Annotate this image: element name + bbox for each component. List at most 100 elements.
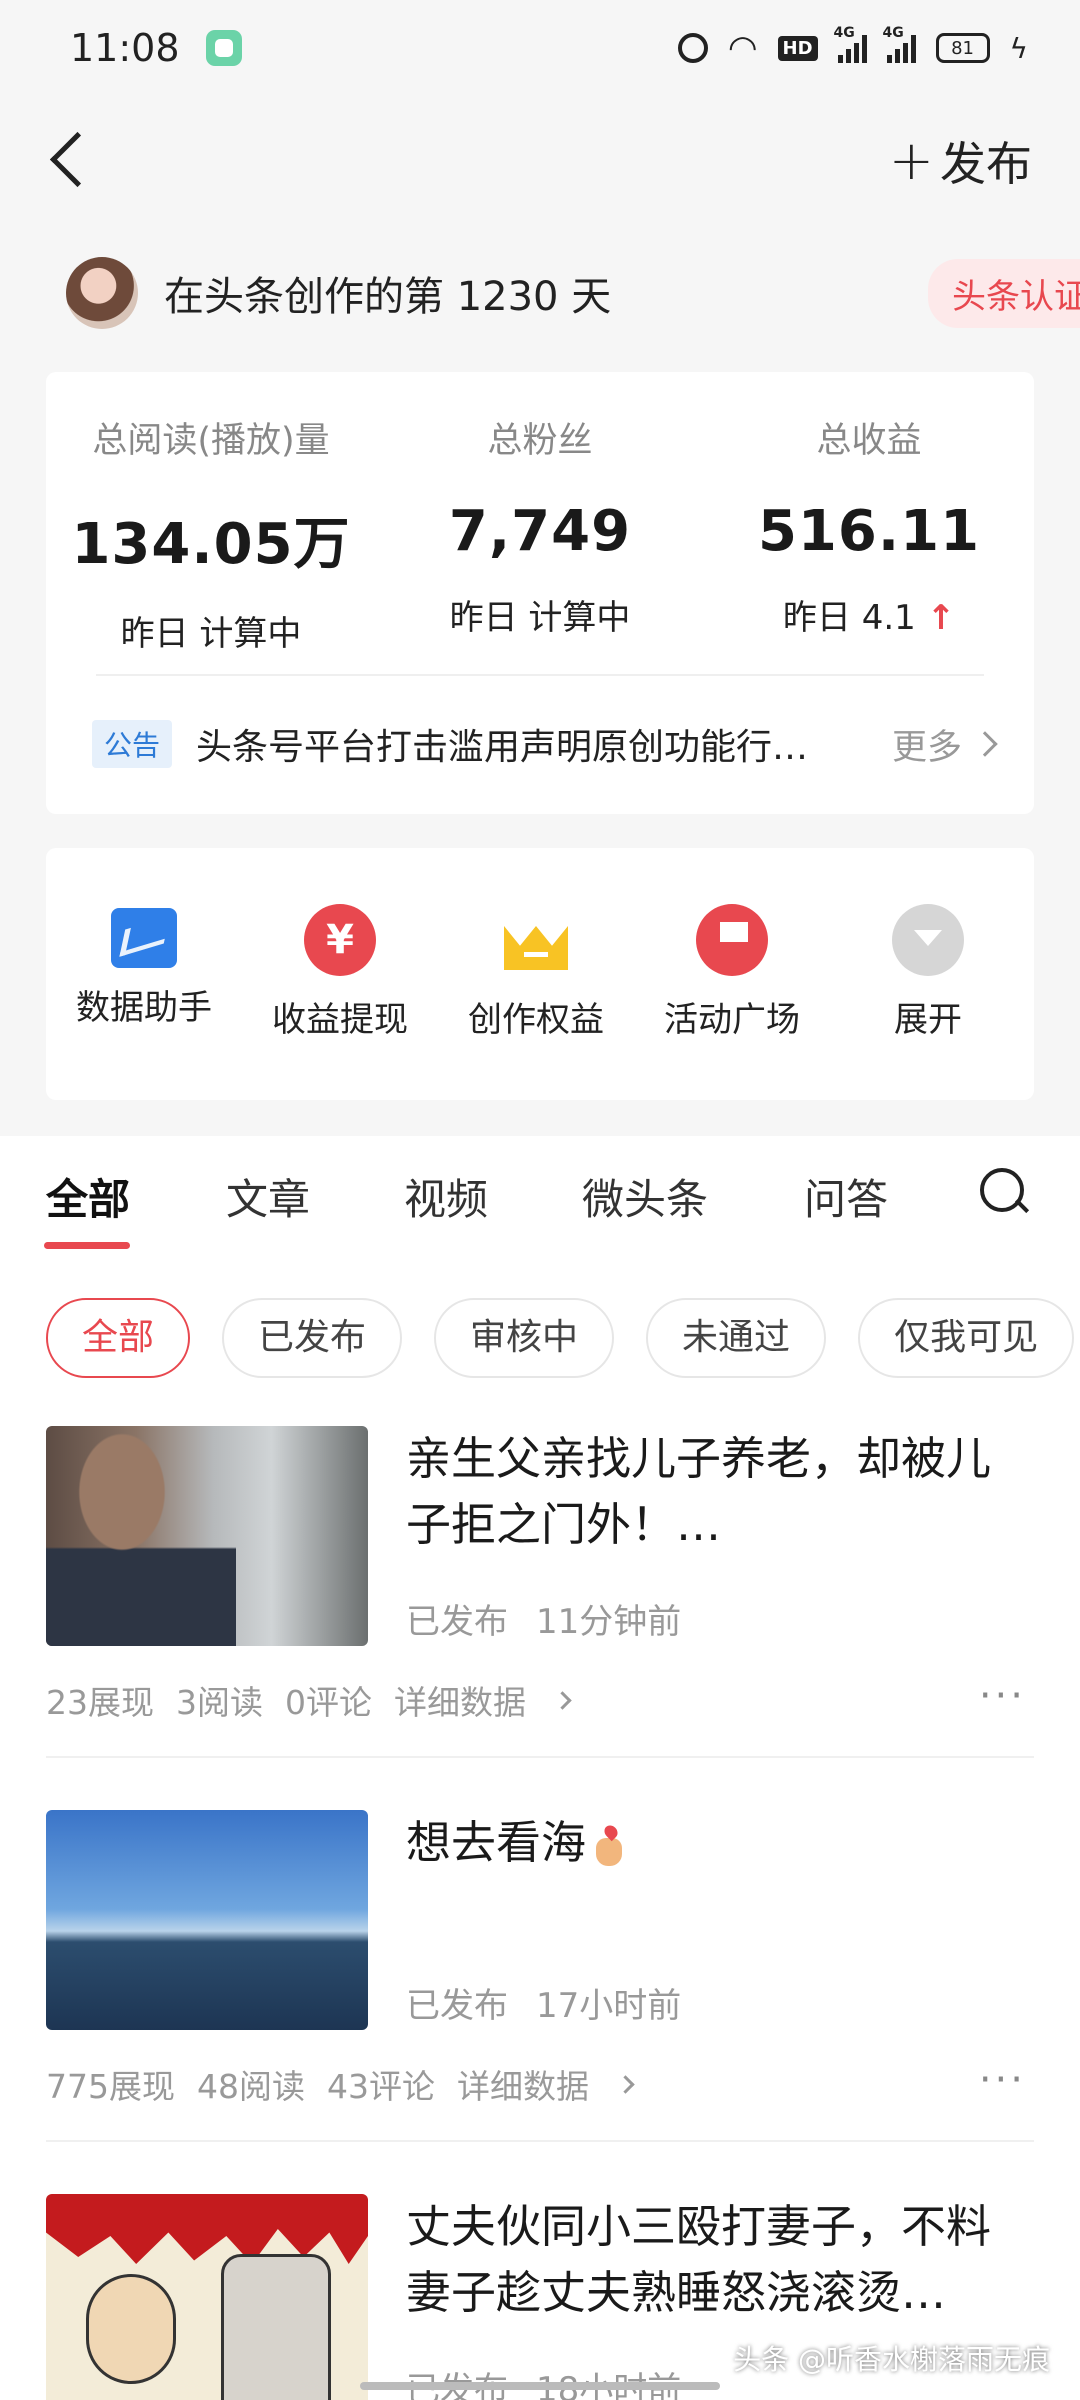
filter-all[interactable]: 全部 xyxy=(46,1298,191,1378)
yen-icon: ¥ xyxy=(304,904,376,976)
reads: 48阅读 xyxy=(197,2067,305,2106)
status-bar: 11:08 ◠ HD 4G 4G 81 ϟ xyxy=(0,0,1080,96)
alarm-icon xyxy=(677,33,708,63)
filter-reviewing[interactable]: 审核中 xyxy=(434,1298,615,1378)
tab-all[interactable]: 全部 xyxy=(46,1166,130,1227)
creation-days: 在头条创作的第 1230 天 xyxy=(164,274,612,320)
finger-heart-emoji-icon xyxy=(592,1826,626,1866)
article-time: 17小时前 xyxy=(536,1986,682,2026)
notice-row[interactable]: 公告 头条号平台打击滥用声明原创功能行… 更多 xyxy=(92,714,998,774)
article-meta: 已发布 11分钟前 xyxy=(406,1594,681,1643)
back-icon[interactable] xyxy=(40,126,104,194)
stats-card: 总阅读(播放)量 134.05万 昨日 计算中 总粉丝 7,749 昨日 计算中… xyxy=(46,372,1034,814)
top-nav: + 发布 xyxy=(0,110,1080,210)
stat-total-reads[interactable]: 总阅读(播放)量 134.05万 昨日 计算中 xyxy=(46,412,376,655)
filter-published[interactable]: 已发布 xyxy=(222,1298,403,1378)
up-arrow-icon: ↑ xyxy=(926,598,956,638)
impressions: 23展现 xyxy=(46,1683,154,1722)
more-label: 更多 xyxy=(891,727,962,768)
stat-label: 总收益 xyxy=(816,421,922,461)
comments: 43评论 xyxy=(327,2067,435,2106)
wifi-icon: ◠ xyxy=(727,28,758,68)
battery-icon: 81 xyxy=(935,33,990,63)
watermark: 头条 @听香水榭落雨无痕 xyxy=(733,2343,1050,2376)
article-title[interactable]: 想去看海 xyxy=(406,1810,1034,1876)
publish-button[interactable]: + 发布 xyxy=(889,128,1032,194)
home-indicator[interactable] xyxy=(360,2382,720,2390)
app-notification-icon xyxy=(205,30,242,66)
detail-data-link[interactable]: 详细数据 xyxy=(394,1676,591,1724)
stat-label: 总粉丝 xyxy=(487,421,593,461)
data-chart-icon xyxy=(111,908,177,968)
tool-data-assistant[interactable]: 数据助手 xyxy=(46,904,242,1029)
stat-sub: 昨日 计算中 xyxy=(449,598,631,638)
article-meta: 已发布 17小时前 xyxy=(406,1978,681,2027)
article-stats: 775展现 48阅读 43评论 详细数据 xyxy=(46,2060,676,2108)
article-thumbnail[interactable] xyxy=(46,2194,368,2400)
article-title[interactable]: 丈夫伙同小三殴打妻子，不料妻子趁丈夫熟睡怒浇滚烫… xyxy=(406,2194,1034,2326)
search-icon[interactable] xyxy=(978,1166,1028,1218)
charging-icon: ϟ xyxy=(1009,31,1028,65)
article-stats: 23展现 3阅读 0评论 详细数据 xyxy=(46,1676,613,1724)
stat-sub-text: 昨日 4.1 xyxy=(782,598,916,638)
divider xyxy=(96,674,984,676)
tool-expand[interactable]: 展开 xyxy=(830,904,1026,1041)
tool-creator-rights[interactable]: 创作权益 xyxy=(438,904,634,1041)
content-tabs: 全部 文章 视频 微头条 问答 xyxy=(0,1136,1080,1256)
divider xyxy=(46,1756,1034,1758)
article-title[interactable]: 亲生父亲找儿子养老，却被儿子拒之门外！… xyxy=(406,1426,1034,1558)
stat-total-income[interactable]: 总收益 516.11 昨日 4.1 ↑ xyxy=(704,412,1034,639)
active-tab-indicator xyxy=(44,1242,130,1249)
more-options-icon[interactable]: ··· xyxy=(979,1676,1026,1716)
detail-data-link[interactable]: 详细数据 xyxy=(457,2060,654,2108)
stat-sub: 昨日 4.1 ↑ xyxy=(704,590,1034,639)
chevron-right-icon xyxy=(972,731,998,757)
tool-activity-square[interactable]: 活动广场 xyxy=(634,904,830,1041)
status-filters: 全部 已发布 审核中 未通过 仅我可见 xyxy=(46,1298,1080,1380)
reads: 3阅读 xyxy=(176,1683,263,1722)
expand-icon xyxy=(892,904,964,976)
tab-articles[interactable]: 文章 xyxy=(226,1166,310,1227)
article-thumbnail[interactable] xyxy=(46,1426,368,1646)
tool-label: 活动广场 xyxy=(664,1000,800,1040)
tab-qa[interactable]: 问答 xyxy=(804,1166,888,1227)
stat-total-fans[interactable]: 总粉丝 7,749 昨日 计算中 xyxy=(375,412,705,639)
tool-label: 创作权益 xyxy=(468,1000,604,1040)
stat-sub: 昨日 计算中 xyxy=(120,614,302,654)
divider xyxy=(46,2140,1034,2142)
hd-icon: HD xyxy=(777,35,818,61)
impressions: 775展现 xyxy=(46,2067,175,2106)
plus-icon: + xyxy=(888,129,934,192)
tab-micro-posts[interactable]: 微头条 xyxy=(582,1166,708,1227)
article-meta: 已发布 18小时前 xyxy=(406,2362,681,2400)
status-time: 11:08 xyxy=(70,26,180,70)
notice-text[interactable]: 头条号平台打击滥用声明原创功能行… xyxy=(196,718,826,770)
more-options-icon[interactable]: ··· xyxy=(979,2060,1026,2100)
stat-value: 7,749 xyxy=(448,499,632,564)
notice-more-link[interactable]: 更多 xyxy=(891,719,998,770)
stat-value: 516.11 xyxy=(757,499,981,564)
publish-label: 发布 xyxy=(940,137,1032,191)
certification-badge[interactable]: 头条认证 xyxy=(928,258,1080,328)
content-list: 全部 文章 视频 微头条 问答 全部 已发布 审核中 未通过 仅我可见 亲生父亲找儿子养… xyxy=(0,1136,1080,2400)
filter-private[interactable]: 仅我可见 xyxy=(858,1298,1075,1378)
stat-value: 134.05万 xyxy=(71,512,351,577)
article-time: 11分钟前 xyxy=(536,1602,682,1642)
tool-income-withdraw[interactable]: ¥ 收益提现 xyxy=(242,904,438,1041)
filter-rejected[interactable]: 未通过 xyxy=(646,1298,827,1378)
article-thumbnail[interactable] xyxy=(46,1810,368,2030)
tools-card: 数据助手 ¥ 收益提现 创作权益 活动广场 展开 xyxy=(46,848,1034,1100)
chevron-right-icon xyxy=(616,2074,635,2094)
avatar[interactable] xyxy=(66,257,138,329)
status-icons: ◠ HD 4G 4G 81 ϟ xyxy=(677,25,1028,68)
tool-label: 展开 xyxy=(894,1000,962,1040)
list-item[interactable]: 想去看海 已发布 17小时前 775展现 48阅读 43评论 详细数据 ··· xyxy=(46,1810,1034,2142)
notice-tag: 公告 xyxy=(92,720,173,768)
crown-icon xyxy=(500,904,572,976)
creator-info: 在头条创作的第 1230 天 头条认证 xyxy=(66,255,1080,331)
list-item[interactable]: 亲生父亲找儿子养老，却被儿子拒之门外！… 已发布 11分钟前 23展现 3阅读 0… xyxy=(46,1426,1034,1758)
article-status: 已发布 xyxy=(406,1602,508,1642)
chevron-right-icon xyxy=(553,1690,572,1710)
tab-videos[interactable]: 视频 xyxy=(404,1166,488,1227)
signal-icon: 4G xyxy=(834,25,867,63)
